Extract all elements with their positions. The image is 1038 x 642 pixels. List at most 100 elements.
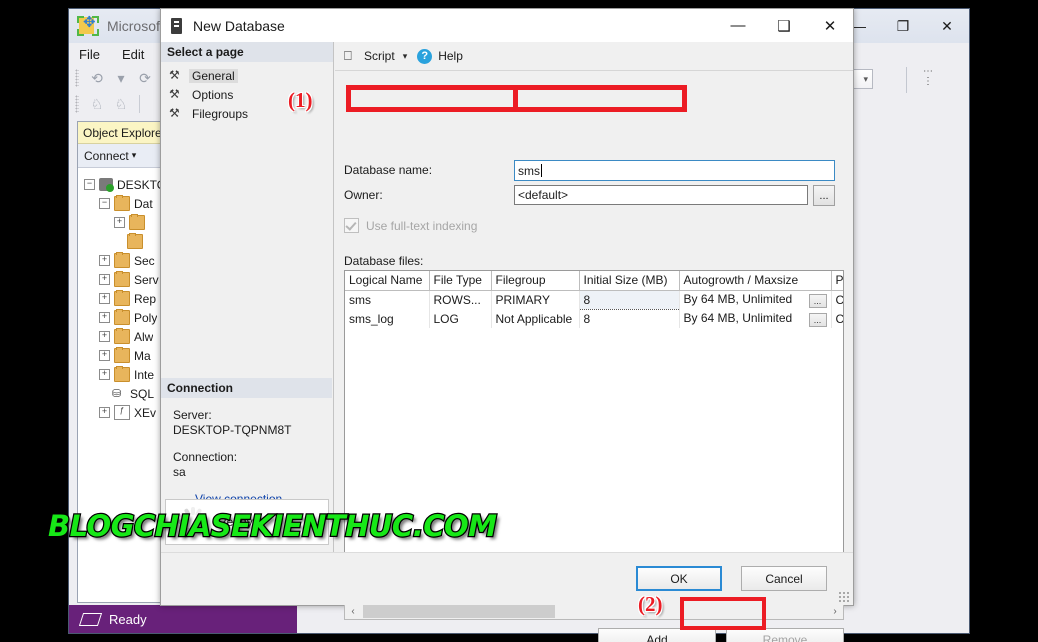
expand-icon[interactable]: + (114, 217, 125, 228)
dialog-maximize-button[interactable]: ❑ (761, 9, 807, 42)
script-button[interactable]: Script (364, 49, 395, 63)
dialog-close-button[interactable]: ✕ (807, 9, 853, 42)
column-header[interactable]: Filegroup (491, 271, 580, 291)
menu-edit[interactable]: Edit (122, 47, 144, 62)
folder-icon (114, 347, 130, 363)
dialog-right-panel: ⎕ Script ▾ ? Help Database name: sms Own… (335, 42, 853, 642)
fulltext-checkbox[interactable] (344, 218, 359, 233)
ssms-logo-icon: ✥ (77, 15, 99, 36)
table-cell[interactable]: Not Applicable (491, 309, 580, 328)
tree-node-label: Alw (134, 329, 154, 344)
page-item-general[interactable]: ⚒ General (169, 66, 333, 85)
navigate-forward-icon[interactable]: ⟳ (133, 67, 157, 89)
column-header[interactable]: Autogrowth / Maxsize (679, 271, 832, 291)
tree-node[interactable]: + Inte (78, 365, 168, 384)
tree-node[interactable]: + Rep (78, 289, 168, 308)
tree-node[interactable]: + ƒ XEv (78, 403, 168, 422)
expand-icon[interactable]: + (99, 350, 110, 361)
fulltext-label: Use full-text indexing (366, 218, 478, 233)
table-cell[interactable]: 8 (579, 309, 680, 328)
help-circle-icon[interactable]: ? (417, 48, 433, 64)
navigate-backward-icon[interactable]: ⟲ (85, 67, 109, 89)
tree-node[interactable] (78, 232, 168, 251)
tree-node-label: SQL (130, 386, 155, 401)
add-button[interactable]: Add (598, 628, 716, 642)
tree-node[interactable]: + Poly (78, 308, 168, 327)
expand-icon[interactable]: + (99, 407, 110, 418)
connect-plug-icon[interactable]: ♘ (85, 93, 109, 115)
cancel-button[interactable]: Cancel (741, 566, 827, 591)
scrollbar-thumb[interactable] (363, 605, 555, 618)
table-cell[interactable]: C: (831, 309, 843, 328)
autogrowth-ellipsis-button[interactable]: ... (808, 293, 827, 308)
resize-grip-icon[interactable] (838, 591, 850, 603)
tree-node[interactable]: − Dat (78, 194, 168, 213)
table-row[interactable]: sms_log LOG Not Applicable 8... By 64 MB, Un… (345, 309, 843, 328)
folder-icon (114, 290, 130, 306)
connect-button-label[interactable]: Connect (84, 149, 129, 163)
toolbar-divider (906, 67, 907, 93)
autogrowth-ellipsis-button[interactable]: ... (808, 312, 827, 327)
scroll-right-arrow-icon[interactable]: › (827, 606, 843, 617)
column-header[interactable]: Initial Size (MB) (579, 271, 680, 291)
table-cell[interactable]: 8 (578, 289, 680, 310)
tree-node[interactable]: − DESKTO (78, 175, 168, 194)
dialog-minimize-button[interactable]: — (715, 9, 761, 42)
expand-icon[interactable]: + (99, 255, 110, 266)
owner-input[interactable]: <default> (514, 185, 808, 205)
tree-node-label: Inte (134, 367, 155, 382)
chevron-down-icon[interactable]: ▾ (109, 67, 133, 89)
table-header-row: Logical Name File Type Filegroup Initial Si… (345, 271, 843, 291)
owner-browse-button[interactable]: ... (813, 185, 835, 206)
toolbar-grip-icon-2[interactable] (75, 95, 79, 113)
owner-label: Owner: (344, 188, 383, 202)
disconnect-plug-icon[interactable]: ♘ (109, 93, 133, 115)
chevron-down-icon[interactable]: ▾ (132, 150, 137, 161)
table-cell[interactable]: sms (345, 290, 430, 309)
ok-button[interactable]: OK (636, 566, 722, 591)
page-item-label: Options (192, 87, 234, 102)
expand-icon[interactable]: + (99, 293, 110, 304)
column-header[interactable]: File Type (429, 271, 492, 291)
table-cell[interactable]: ROWS... (429, 290, 492, 309)
expand-icon[interactable]: + (99, 274, 110, 285)
scroll-left-arrow-icon[interactable]: ‹ (345, 606, 361, 617)
owner-row: Owner: (335, 185, 505, 205)
wrench-icon: ⚒ (169, 106, 180, 120)
connection-label: Connection: (173, 450, 238, 464)
table-cell[interactable]: PRIMARY (491, 290, 580, 309)
tree-node[interactable]: + (78, 213, 168, 232)
files-horizontal-scrollbar[interactable]: ‹ › (344, 603, 844, 620)
menu-file[interactable]: File (79, 47, 100, 62)
fulltext-indexing-row[interactable]: Use full-text indexing (344, 218, 477, 233)
help-button[interactable]: Help (438, 49, 463, 63)
table-cell[interactable]: LOG (429, 309, 492, 328)
expand-icon[interactable]: + (99, 369, 110, 380)
tree-node[interactable]: + Serv (78, 270, 168, 289)
watermark-text: BLOGCHIASEKIENTHUC.COM (47, 508, 499, 545)
tree-node[interactable]: + Ma (78, 346, 168, 365)
tree-node[interactable]: + Sec (78, 251, 168, 270)
toolbar-grip-icon[interactable] (75, 69, 79, 87)
expand-icon[interactable]: + (99, 331, 110, 342)
collapse-icon[interactable]: − (84, 179, 95, 190)
table-cell[interactable]: ... By 64 MB, Unlimited (679, 309, 832, 328)
collapse-icon[interactable]: − (99, 198, 110, 209)
table-row[interactable]: sms ROWS... PRIMARY 8... By 64 MB, Unlimited… (345, 289, 843, 310)
toolbar-overflow-icon[interactable]: ⋯ ⋮ (923, 67, 933, 87)
table-cell[interactable]: sms_log (345, 309, 430, 328)
toolbar-separator-2 (139, 95, 140, 113)
ssms-close-button[interactable]: ✕ (925, 9, 969, 43)
ssms-maximize-button[interactable]: ❐ (881, 9, 925, 43)
expand-icon[interactable]: + (99, 312, 110, 323)
folder-icon (114, 309, 130, 325)
chevron-down-icon[interactable]: ▾ (403, 51, 408, 62)
status-parallelogram-icon (78, 612, 103, 626)
column-header[interactable]: Logical Name (345, 271, 430, 291)
tree-node[interactable]: + Alw (78, 327, 168, 346)
table-cell[interactable]: ... By 64 MB, Unlimited (679, 290, 832, 309)
database-name-input[interactable]: sms (514, 160, 835, 181)
table-cell[interactable]: C: (831, 290, 843, 309)
tree-node[interactable]: ⛁ SQL (78, 384, 168, 403)
column-header[interactable]: Pa (831, 271, 843, 291)
